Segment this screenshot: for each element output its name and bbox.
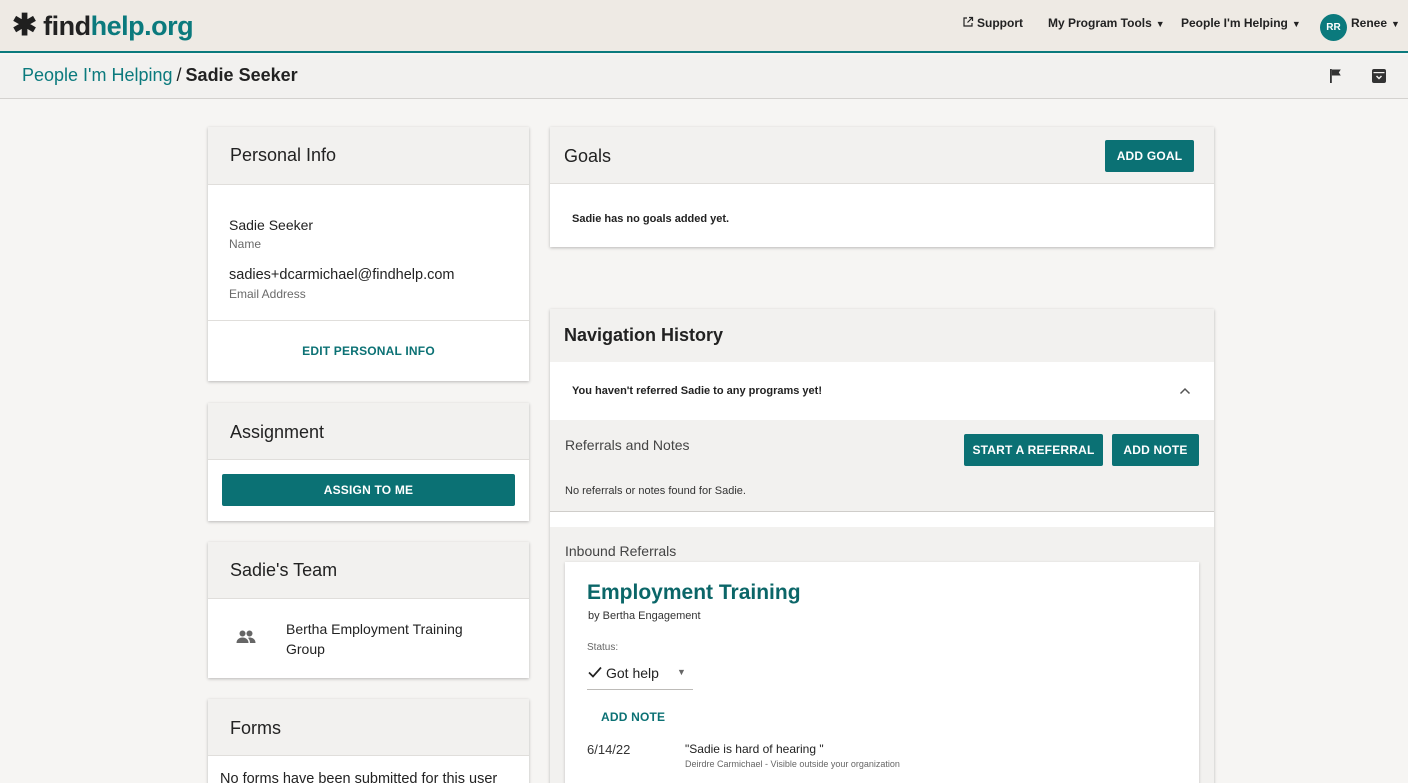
add-note-button[interactable]: ADD NOTE <box>1112 434 1199 466</box>
assign-to-me-button[interactable]: ASSIGN TO ME <box>222 474 515 506</box>
team-member-line1: Bertha Employment Training <box>286 621 463 637</box>
support-label: Support <box>977 16 1023 30</box>
breadcrumb-bar: People I'm Helping / Sadie Seeker <box>0 55 1408 99</box>
caret-down-icon: ▼ <box>1391 19 1400 29</box>
status-value: Got help <box>606 665 659 681</box>
check-icon <box>588 666 602 678</box>
add-goal-button[interactable]: ADD GOAL <box>1105 140 1194 172</box>
goals-title: Goals <box>564 146 612 166</box>
breadcrumb-parent-link[interactable]: People I'm Helping <box>22 65 173 85</box>
user-menu[interactable]: Renee ▼ <box>1351 16 1400 30</box>
forms-header: Forms <box>208 699 529 756</box>
my-program-tools-label: My Program Tools <box>1048 16 1152 30</box>
team-card: Sadie's Team Bertha Employment Training … <box>208 542 529 678</box>
top-navigation-bar: ✱ findhelp.org Support My Program Tools ▼… <box>0 0 1408 53</box>
personal-info-header: Personal Info <box>208 127 529 185</box>
user-name: Renee <box>1351 16 1388 30</box>
assignment-title: Assignment <box>230 422 325 442</box>
referrals-notes-title: Referrals and Notes <box>565 437 690 453</box>
people-im-helping-label: People I'm Helping <box>1181 16 1288 30</box>
team-member-name[interactable]: Bertha Employment Training Group <box>286 619 463 659</box>
name-value: Sadie Seeker <box>229 217 314 233</box>
caret-down-icon: ▼ <box>1155 19 1165 29</box>
status-dropdown[interactable]: Got help ▼ <box>587 661 693 690</box>
goals-empty-text: Sadie has no goals added yet. <box>572 213 730 225</box>
email-label: Email Address <box>229 287 306 301</box>
breadcrumb-current: Sadie Seeker <box>185 65 298 85</box>
archive-icon[interactable] <box>1371 68 1387 84</box>
personal-info-card: Personal Info Sadie Seeker Name sadies+d… <box>208 127 529 381</box>
logo-text-help: help.org <box>90 11 194 41</box>
start-referral-button[interactable]: START A REFERRAL <box>964 434 1103 466</box>
note-date: 6/14/22 <box>587 742 631 757</box>
breadcrumb-separator: / <box>176 65 182 85</box>
program-by-line: by Bertha Engagement <box>588 610 701 622</box>
navigation-history-title: Navigation History <box>564 325 724 345</box>
caret-down-icon: ▼ <box>677 667 686 677</box>
goals-card: Goals ADD GOAL Sadie has no goals added … <box>550 127 1214 247</box>
chevron-up-icon[interactable] <box>1179 387 1191 395</box>
flag-icon[interactable] <box>1329 68 1343 84</box>
findhelp-logo[interactable]: ✱ findhelp.org <box>12 9 194 42</box>
breadcrumb: People I'm Helping / Sadie Seeker <box>22 65 298 86</box>
edit-personal-info-button[interactable]: EDIT PERSONAL INFO <box>208 344 529 358</box>
inbound-referrals-title: Inbound Referrals <box>565 543 677 559</box>
name-label: Name <box>229 237 262 251</box>
group-icon <box>236 630 256 643</box>
external-link-icon <box>963 16 974 27</box>
people-im-helping-menu[interactable]: People I'm Helping ▼ <box>1181 16 1301 30</box>
inbound-referral-card: Employment Training by Bertha Engagement… <box>565 562 1199 783</box>
team-member-line2: Group <box>286 641 325 657</box>
email-value: sadies+dcarmichael@findhelp.com <box>229 267 455 283</box>
goals-header: Goals ADD GOAL <box>550 127 1214 184</box>
note-meta: Deirdre Carmichael - Visible outside you… <box>685 759 900 769</box>
assignment-header: Assignment <box>208 403 529 460</box>
support-link[interactable]: Support <box>962 16 1023 30</box>
team-title: Sadie's Team <box>230 560 338 580</box>
no-referrals-text: No referrals or notes found for Sadie. <box>565 485 746 497</box>
program-name-link[interactable]: Employment Training <box>587 581 801 605</box>
referral-status-row[interactable]: You haven't referred Sadie to any progra… <box>550 362 1214 420</box>
logo-text-find: find <box>43 11 91 41</box>
asterisk-logo-icon: ✱ <box>12 9 38 42</box>
team-header: Sadie's Team <box>208 542 529 599</box>
name-field: Sadie Seeker Name <box>229 217 313 251</box>
avatar[interactable]: RR <box>1320 14 1347 41</box>
personal-info-title: Personal Info <box>230 145 337 165</box>
assignment-card: Assignment ASSIGN TO ME <box>208 403 529 521</box>
section-divider <box>550 511 1214 527</box>
my-program-tools-menu[interactable]: My Program Tools ▼ <box>1048 16 1165 30</box>
forms-card: Forms No forms have been submitted for t… <box>208 699 529 783</box>
not-referred-text: You haven't referred Sadie to any progra… <box>572 385 822 397</box>
caret-down-icon: ▼ <box>1291 19 1301 29</box>
note-text: "Sadie is hard of hearing " <box>685 742 824 756</box>
referral-add-note-button[interactable]: ADD NOTE <box>601 710 665 724</box>
forms-empty-text: No forms have been submitted for this us… <box>220 771 498 783</box>
navigation-history-card: Navigation History You haven't referred … <box>550 309 1214 783</box>
email-field: sadies+dcarmichael@findhelp.com Email Ad… <box>229 267 455 301</box>
divider <box>208 320 529 321</box>
forms-title: Forms <box>230 718 281 738</box>
status-label: Status: <box>587 642 619 653</box>
